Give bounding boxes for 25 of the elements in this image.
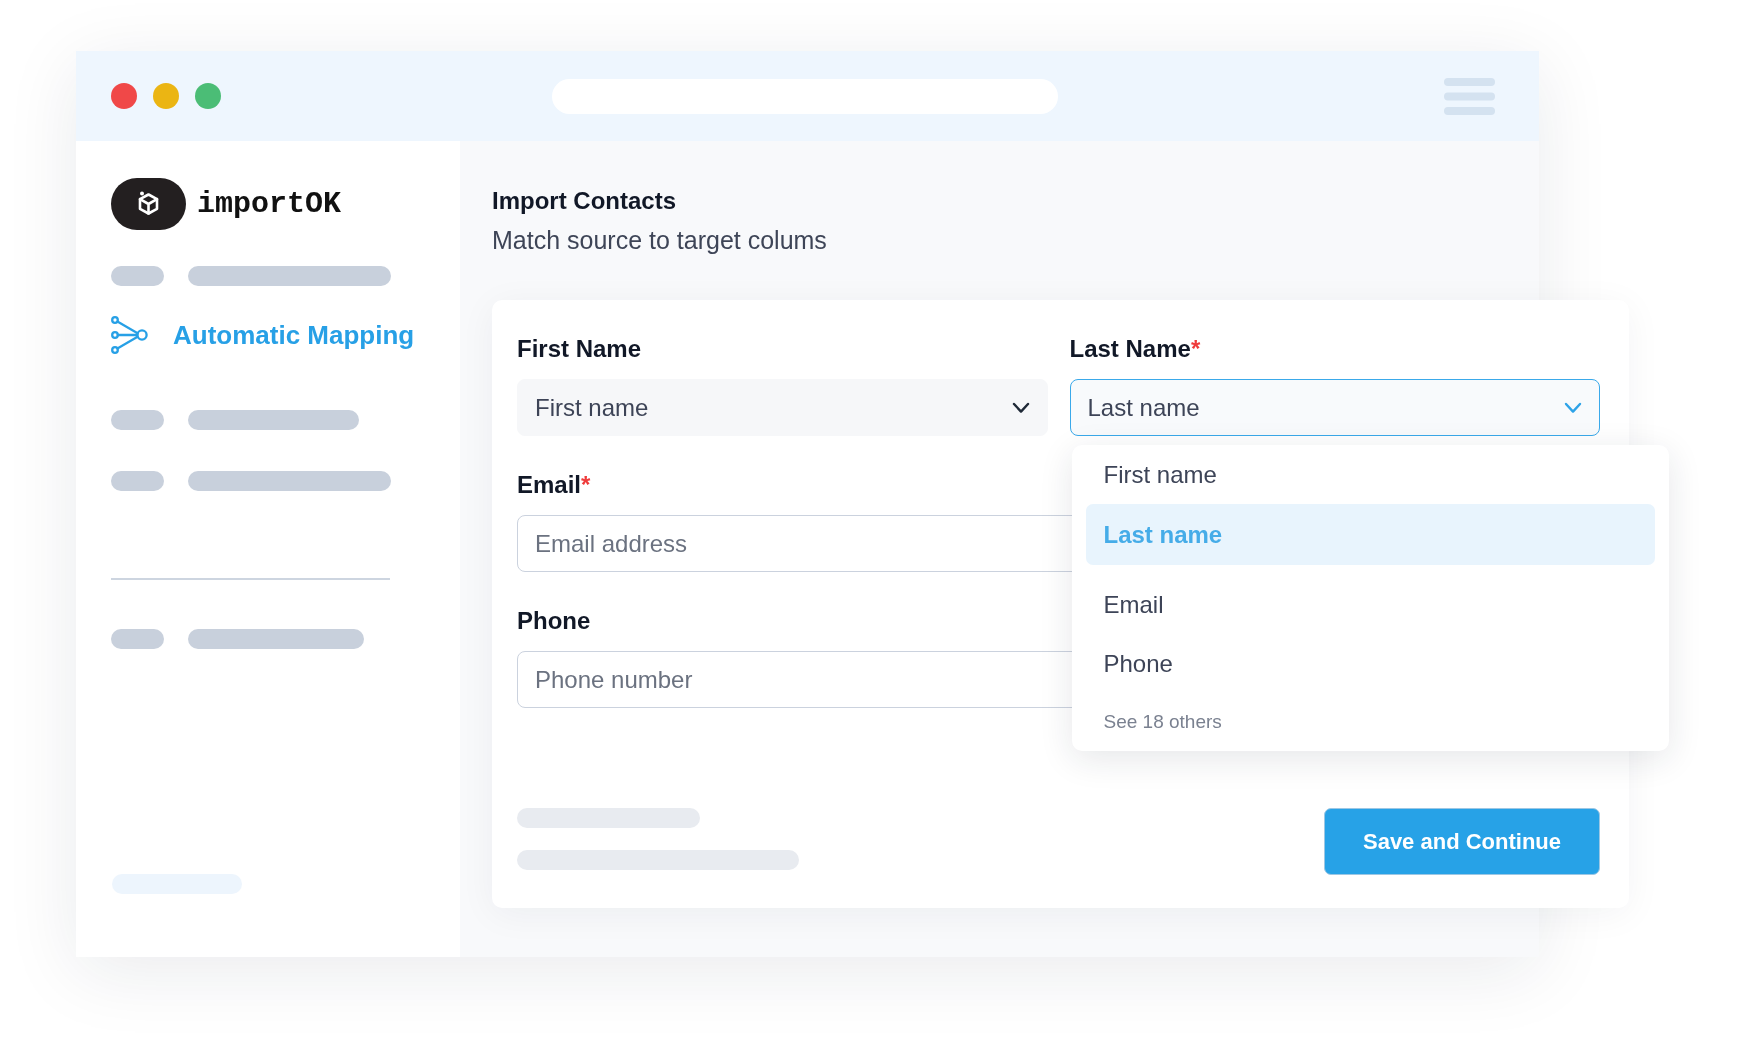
skeleton-bar <box>111 471 164 491</box>
dropdown-field[interactable]: First name <box>517 379 1048 436</box>
field-label: Email* <box>517 472 591 498</box>
logo-text: importOK <box>197 189 342 219</box>
field-label: Last Name* <box>1069 336 1201 362</box>
skeleton-bar <box>111 629 164 649</box>
dropdown-option[interactable]: First name <box>1085 445 1655 504</box>
see-more-link[interactable]: See 18 others <box>1103 702 1222 742</box>
skeleton-bar <box>111 410 164 430</box>
chevron-down-icon <box>1011 401 1030 414</box>
window-dot-icon[interactable] <box>195 83 221 109</box>
dropdown-option[interactable]: Phone <box>1085 634 1655 693</box>
skeleton-bar <box>111 266 164 286</box>
dropdown-field[interactable]: Last name <box>1069 379 1600 436</box>
page-subtitle: Match source to target colums <box>492 226 827 254</box>
menu-icon[interactable] <box>1444 77 1495 115</box>
cube-icon <box>111 178 186 230</box>
chevron-down-icon <box>1564 401 1582 414</box>
page-title: Import Contacts <box>492 187 676 215</box>
window-dot-icon[interactable] <box>153 83 179 109</box>
merge-icon <box>111 316 148 354</box>
dropdown-option[interactable]: Email <box>1085 575 1655 634</box>
field-label: First Name <box>517 336 642 362</box>
window-dot-icon[interactable] <box>111 83 137 109</box>
field-label: Phone <box>517 608 591 634</box>
